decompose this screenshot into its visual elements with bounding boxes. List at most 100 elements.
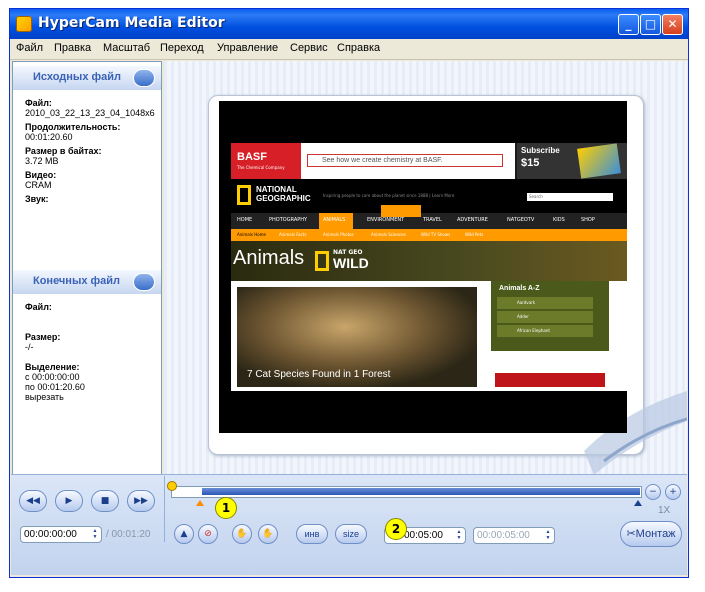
selection-from: с 00:00:00:00	[25, 372, 80, 382]
zoom-out-button[interactable]: −	[645, 484, 661, 500]
total-time: / 00:01:20	[106, 529, 151, 540]
menu-help[interactable]: Справка	[337, 42, 380, 54]
subnav-sciences[interactable]: Animals Sciences	[371, 232, 406, 237]
nav-adventure[interactable]: ADVENTURE	[457, 217, 488, 223]
zoom-level: 1X	[658, 505, 671, 516]
target-file-header[interactable]: Конечных файл	[13, 270, 161, 294]
skip-forward-icon: ▶▶	[134, 496, 148, 506]
magazine-image	[577, 143, 621, 179]
selection-spinner[interactable]: ▲ ▼	[454, 529, 464, 542]
cancel-icon: ⊘	[204, 529, 212, 539]
natgeo-wild-logo-icon	[315, 251, 329, 271]
next-frame-button[interactable]: ▶▶	[127, 490, 155, 512]
site-tagline: Inspiring people to care about the plane…	[323, 193, 455, 198]
subnav-animals-home[interactable]: Animals Home	[237, 232, 266, 237]
red-promo[interactable]	[495, 373, 605, 387]
nav-animals[interactable]: ANIMALS	[323, 217, 345, 223]
source-duration-value: 00:01:20.60	[25, 132, 73, 142]
selection-start-marker[interactable]	[196, 500, 204, 506]
minimize-button[interactable]: _	[618, 14, 639, 35]
ad-text: See how we create chemistry at BASF.	[307, 154, 503, 167]
basf-block: BASF The Chemical Company	[231, 143, 301, 179]
remove-marker-button[interactable]: ✋	[258, 524, 278, 544]
subnav-photos[interactable]: Animals Photos	[323, 232, 354, 237]
az-item[interactable]: African Elephant	[497, 325, 593, 337]
size-button[interactable]: size	[335, 524, 367, 544]
leopard-photo[interactable]: 7 Cat Species Found in 1 Forest	[237, 287, 477, 387]
maximize-button[interactable]: □	[640, 14, 661, 35]
menu-service[interactable]: Сервис	[290, 42, 328, 54]
play-button[interactable]: ▶	[55, 490, 83, 512]
source-file-label: Файл:	[25, 98, 52, 108]
nav-natgeotv[interactable]: NATGEOTV	[507, 217, 534, 223]
length-spinner: ▲ ▼	[545, 529, 551, 541]
selection-range	[202, 488, 640, 495]
banner-brand-bottom: WILD	[333, 255, 369, 271]
video-frame: BASF The Chemical Company See how we cre…	[219, 101, 627, 433]
menu-zoom[interactable]: Масштаб	[103, 42, 150, 54]
source-size-value: 3.72 MB	[25, 156, 59, 166]
prev-frame-button[interactable]: ◀◀	[19, 490, 47, 512]
source-size-label: Размер в байтах:	[25, 146, 102, 156]
target-size-label: Размер:	[25, 332, 61, 342]
subnav-tv[interactable]: Wild TV Shows	[421, 232, 450, 237]
nav-kids[interactable]: KIDS	[553, 217, 565, 223]
nav-home[interactable]: HOME	[237, 217, 252, 223]
nav-photography[interactable]: PHOTOGRAPHY	[269, 217, 307, 223]
hand-remove-icon: ✋	[262, 529, 274, 539]
source-file-value: 2010_03_22_13_23_04_1048x6	[25, 108, 155, 118]
subnav-pets[interactable]: Wild Pets	[465, 232, 483, 237]
selection-length-field: 00:00:05:00 ▲ ▼	[473, 527, 555, 544]
az-item[interactable]: Adder	[497, 311, 593, 323]
nav-environment[interactable]: ENVIRONMENT	[367, 217, 404, 223]
site-nav: HOME PHOTOGRAPHY ANIMALS ENVIRONMENT TRA…	[231, 213, 627, 229]
menu-edit[interactable]: Правка	[54, 42, 91, 54]
add-marker-button[interactable]: ✋	[232, 524, 252, 544]
playhead-handle[interactable]	[167, 481, 177, 491]
zoom-in-button[interactable]: +	[665, 484, 681, 500]
mark-in-button[interactable]: ▲	[174, 524, 194, 544]
window-title: HyperCam Media Editor	[38, 15, 225, 31]
montage-button[interactable]: ✂Монтаж	[620, 521, 682, 547]
current-time-field[interactable]: 00:00:00:00 ▲ ▼	[20, 526, 102, 543]
source-file-header[interactable]: Исходных файл	[13, 66, 161, 90]
nav-travel[interactable]: TRAVEL	[423, 217, 442, 223]
natgeo-logo-icon	[237, 185, 251, 205]
subscribe-promo[interactable]: Subscribe $15	[517, 143, 627, 179]
source-video-value: CRAM	[25, 180, 52, 190]
selection-end-marker[interactable]	[634, 500, 642, 506]
selection-to: по 00:01:20.60	[25, 382, 85, 392]
time-spinner[interactable]: ▲ ▼	[90, 528, 100, 541]
subnav-facts[interactable]: Animals Facts	[279, 232, 306, 237]
site-search-input[interactable]: Search	[527, 193, 613, 201]
feature-caption[interactable]: 7 Cat Species Found in 1 Forest	[247, 369, 390, 380]
callout-2: 2	[385, 518, 407, 540]
basf-sub: The Chemical Company	[237, 165, 285, 170]
target-size-value: -/-	[25, 342, 34, 352]
title-bar[interactable]: HyperCam Media Editor _ □ ✕	[10, 9, 688, 39]
az-title: Animals A-Z	[499, 285, 540, 292]
az-item[interactable]: Aardvark	[497, 297, 593, 309]
close-button[interactable]: ✕	[662, 14, 683, 35]
menu-file[interactable]: Файл	[16, 42, 43, 54]
nav-shop[interactable]: SHOP	[581, 217, 595, 223]
save-file-icon[interactable]	[133, 273, 155, 291]
basf-logo: BASF	[237, 151, 267, 163]
minus-icon: −	[649, 487, 657, 497]
animals-banner: Animals NAT GEO WILD	[231, 241, 627, 281]
selection-label: Выделение:	[25, 362, 80, 372]
timeline-track[interactable]	[171, 486, 642, 498]
play-icon: ▶	[65, 496, 73, 506]
menu-control[interactable]: Управление	[217, 42, 278, 54]
logo-line2: GEOGRAPHIC	[256, 194, 311, 203]
hand-icon: ✋	[236, 529, 248, 539]
source-audio-label: Звук:	[25, 194, 49, 204]
info-panel: Исходных файл Файл: 2010_03_22_13_23_04_…	[12, 61, 162, 475]
ad-banner[interactable]: BASF The Chemical Company See how we cre…	[231, 143, 515, 179]
clear-mark-button[interactable]: ⊘	[198, 524, 218, 544]
invert-button[interactable]: инв	[296, 524, 328, 544]
stop-button[interactable]: ■	[91, 490, 119, 512]
menu-goto[interactable]: Переход	[160, 42, 204, 54]
open-folder-icon[interactable]	[133, 69, 155, 87]
site-header: NATIONAL GEOGRAPHIC Inspiring people to …	[231, 179, 627, 213]
